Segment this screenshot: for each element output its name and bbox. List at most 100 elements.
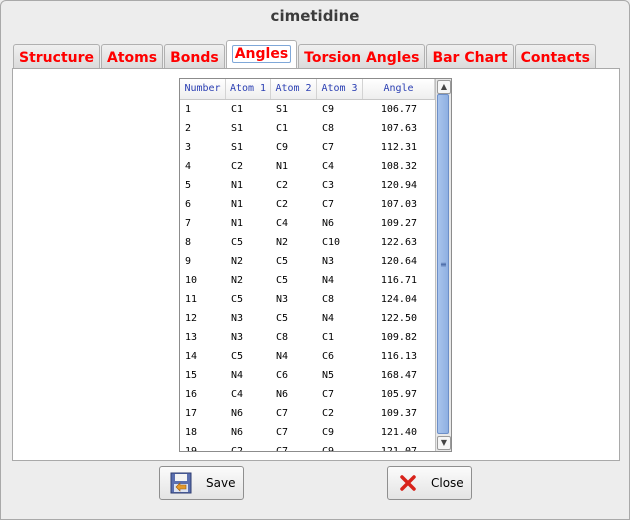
table-cell: 7 [185,218,192,229]
table-cell: 109.37 [380,408,417,419]
close-button[interactable]: Close [387,466,472,500]
table-cell: C4 [322,161,335,172]
table-cell: N3 [276,294,289,305]
table-cell: 116.71 [380,275,417,286]
table-row[interactable]: 6 N1 C2 C7 107.03 [180,195,435,214]
table-row[interactable]: 13 N3 C8 C1 109.82 [180,328,435,347]
table-cell: 16 [185,389,198,400]
tab-angles[interactable]: Angles [225,40,298,70]
table-cell: C2 [322,408,335,419]
table-row[interactable]: 2 S1 C1 C8 107.63 [180,119,435,138]
table-cell: 109.27 [380,218,417,229]
table-cell: C2 [276,199,289,210]
table-cell: 122.50 [380,313,417,324]
table-cell: N6 [231,427,244,438]
table-cell: C9 [322,104,335,115]
table-cell: 124.04 [380,294,417,305]
table-row[interactable]: 9 N2 C5 N3 120.64 [180,252,435,271]
tab-bonds[interactable]: Bonds [164,44,225,70]
grip-icon: ≡ [440,260,447,269]
table-cell: 116.13 [380,351,417,362]
table-cell: 8 [185,237,192,248]
table-cell: C7 [276,427,289,438]
table-cell: N4 [231,370,244,381]
column-header-atom2[interactable]: Atom 2 [271,79,317,99]
table-body: 1 C1 S1 C9 106.77 2 S1 C1 C8 107.63 3 S1 C9 C7 112.31 4… [180,100,435,452]
tab-label: Torsion Angles [304,50,420,66]
window-title: cimetidine [270,7,360,25]
table-cell: 9 [185,256,192,267]
table-row[interactable]: 12 N3 C5 N4 122.50 [180,309,435,328]
table-cell: C4 [276,218,289,229]
table-row[interactable]: 11 C5 N3 C8 124.04 [180,290,435,309]
vertical-scrollbar[interactable]: ▲ ≡ ▼ [435,79,451,451]
save-disk-icon [170,472,192,494]
table-row[interactable]: 4 C2 N1 C4 108.32 [180,157,435,176]
table-cell: 18 [185,427,198,438]
save-button[interactable]: Save [159,466,244,500]
scroll-down-icon[interactable]: ▼ [437,436,451,450]
table-cell: 107.63 [380,123,417,134]
tab-structure[interactable]: Structure [13,44,101,70]
table-cell: C7 [322,199,335,210]
table-cell: C3 [322,180,335,191]
table-cell: C7 [276,408,289,419]
table-cell: C9 [322,446,335,452]
table-cell: 15 [185,370,198,381]
table-row[interactable]: 3 S1 C9 C7 112.31 [180,138,435,157]
close-button-label: Close [431,476,464,490]
table-row[interactable]: 14 C5 N4 C6 116.13 [180,347,435,366]
table-cell: 112.31 [380,142,417,153]
tab-bar-chart[interactable]: Bar Chart [426,44,514,70]
table-row[interactable]: 7 N1 C4 N6 109.27 [180,214,435,233]
tab-torsion-angles[interactable]: Torsion Angles [298,44,426,70]
table-row[interactable]: 18 N6 C7 C9 121.40 [180,423,435,442]
table-cell: C2 [231,161,244,172]
table-row[interactable]: 8 C5 N2 C10 122.63 [180,233,435,252]
table-cell: 105.97 [380,389,417,400]
table-row[interactable]: 16 C4 N6 C7 105.97 [180,385,435,404]
table-cell: S1 [231,123,244,134]
table-cell: 19 [185,446,198,452]
tab-atoms[interactable]: Atoms [101,44,164,70]
table-row[interactable]: 15 N4 C6 N5 168.47 [180,366,435,385]
table-cell: C5 [276,275,289,286]
table-cell: 2 [185,123,192,134]
scroll-up-icon[interactable]: ▲ [437,80,451,94]
table-cell: N1 [276,161,289,172]
scroll-thumb[interactable]: ≡ [437,94,449,434]
save-button-label: Save [206,476,236,490]
table-row[interactable]: 17 N6 C7 C2 109.37 [180,404,435,423]
table-cell: N3 [322,256,335,267]
table-row[interactable]: 1 C1 S1 C9 106.77 [180,100,435,119]
column-header-atom3[interactable]: Atom 3 [317,79,363,99]
table-cell: C4 [231,389,244,400]
red-x-icon [400,475,416,491]
column-header-angle[interactable]: Angle [363,79,435,99]
table-cell: 3 [185,142,192,153]
table-cell: C6 [322,351,335,362]
tab-contacts[interactable]: Contacts [514,44,596,70]
table-cell: N1 [231,180,244,191]
table-cell: 13 [185,332,198,343]
table-header: Number Atom 1 Atom 2 Atom 3 Angle [180,79,435,100]
table-row[interactable]: 19 C2 C7 C9 121.07 [180,442,435,452]
table-cell: N4 [276,351,289,362]
table-cell: C5 [231,351,244,362]
table-cell: 120.64 [380,256,417,267]
table-cell: 168.47 [380,370,417,381]
column-header-number[interactable]: Number [180,79,226,99]
angles-table[interactable]: Number Atom 1 Atom 2 Atom 3 Angle 1 C1 S1 C… [179,78,452,452]
table-cell: 121.40 [380,427,417,438]
table-cell: 108.32 [380,161,417,172]
column-header-atom1[interactable]: Atom 1 [226,79,271,99]
table-row[interactable]: 5 N1 C2 C3 120.94 [180,176,435,195]
table-cell: N2 [231,275,244,286]
table-row[interactable]: 10 N2 C5 N4 116.71 [180,271,435,290]
table-cell: C9 [276,142,289,153]
table-cell: S1 [231,142,244,153]
table-cell: C8 [276,332,289,343]
table-cell: 120.94 [380,180,417,191]
table-cell: 106.77 [380,104,417,115]
table-cell: C7 [322,142,335,153]
